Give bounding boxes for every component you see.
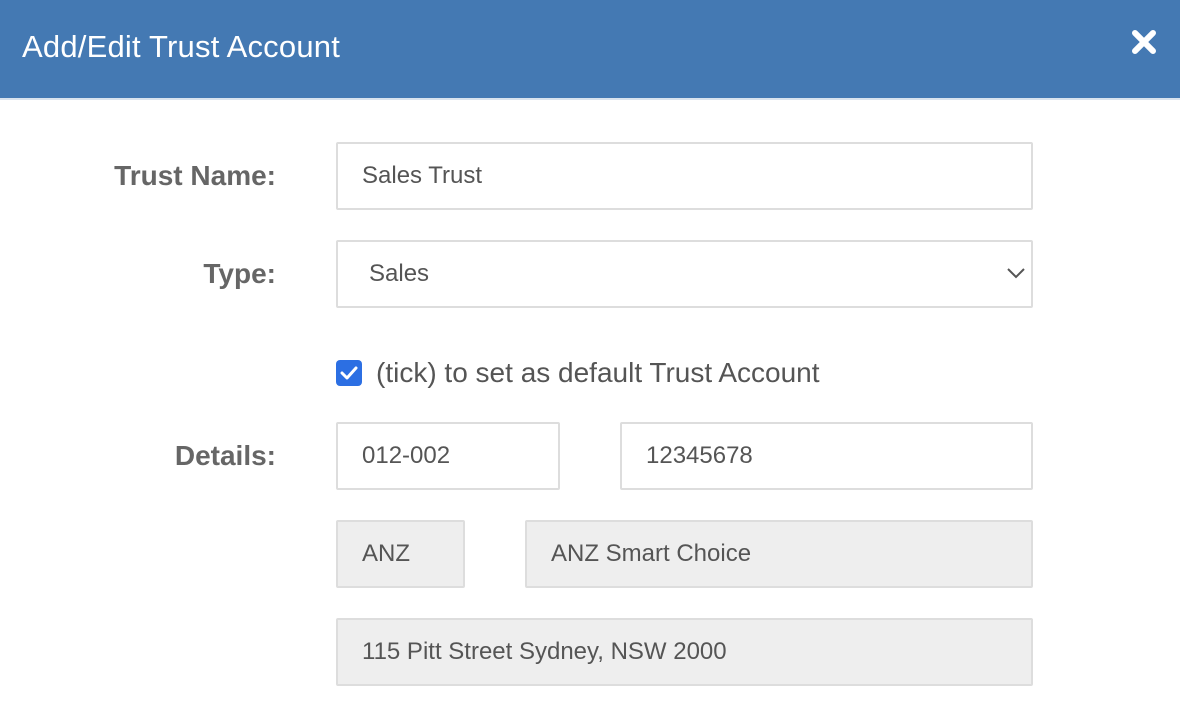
account-number-input[interactable] [620, 422, 1033, 490]
account-name-field [525, 520, 1033, 588]
details-label: Details: [174, 440, 276, 471]
bsb-input[interactable] [336, 422, 560, 490]
trust-name-input[interactable] [336, 142, 1033, 210]
dialog-header: Add/Edit Trust Account [0, 0, 1180, 100]
type-select[interactable]: Sales [336, 240, 1033, 308]
dialog-title: Add/Edit Trust Account [22, 29, 341, 64]
bank-code-field [336, 520, 465, 588]
address-field [336, 618, 1033, 686]
close-icon [1132, 30, 1156, 54]
close-button[interactable] [1126, 24, 1162, 60]
checkmark-icon [340, 366, 358, 380]
trust-account-dialog: Add/Edit Trust Account Trust Name: Type:… [0, 0, 1180, 716]
default-account-checkbox-label: (tick) to set as default Trust Account [376, 357, 820, 388]
default-account-checkbox[interactable] [336, 360, 362, 386]
type-label: Type: [203, 258, 276, 289]
trust-name-label: Trust Name: [114, 160, 276, 191]
